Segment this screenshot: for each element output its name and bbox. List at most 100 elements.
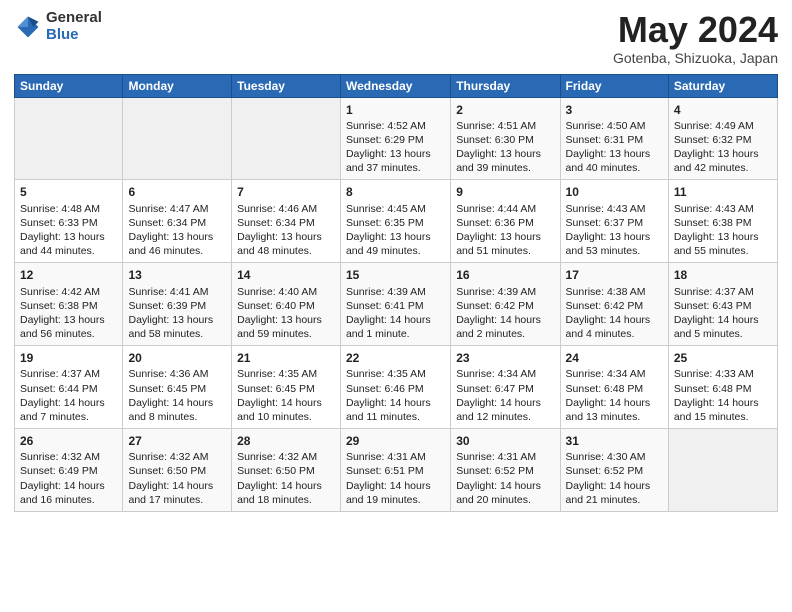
calendar-cell: 6Sunrise: 4:47 AMSunset: 6:34 PMDaylight… (123, 180, 232, 263)
day-number: 16 (456, 267, 554, 283)
cell-text: Daylight: 14 hours and 12 minutes. (456, 396, 554, 424)
calendar-cell: 30Sunrise: 4:31 AMSunset: 6:52 PMDayligh… (451, 429, 560, 512)
calendar-cell: 12Sunrise: 4:42 AMSunset: 6:38 PMDayligh… (15, 263, 123, 346)
cell-text: Sunset: 6:47 PM (456, 382, 554, 396)
cell-text: Sunset: 6:45 PM (237, 382, 335, 396)
cell-text: Daylight: 14 hours and 7 minutes. (20, 396, 117, 424)
day-number: 21 (237, 350, 335, 366)
cell-text: Daylight: 13 hours and 49 minutes. (346, 230, 445, 258)
week-row-5: 26Sunrise: 4:32 AMSunset: 6:49 PMDayligh… (15, 429, 778, 512)
title-block: May 2024 Gotenba, Shizuoka, Japan (613, 10, 778, 66)
day-number: 2 (456, 102, 554, 118)
calendar-cell (232, 97, 341, 180)
cell-text: Daylight: 14 hours and 11 minutes. (346, 396, 445, 424)
cell-text: Sunrise: 4:42 AM (20, 285, 117, 299)
calendar-cell: 13 Sunrise: 4:41 AMSunset: 6:39 PMDayligh… (123, 263, 232, 346)
week-row-4: 19Sunrise: 4:37 AMSunset: 6:44 PMDayligh… (15, 346, 778, 429)
cell-text: Sunset: 6:32 PM (674, 133, 772, 147)
calendar-cell: 18Sunrise: 4:37 AMSunset: 6:43 PMDayligh… (668, 263, 777, 346)
cell-text: Sunset: 6:45 PM (128, 382, 226, 396)
calendar-cell: 29Sunrise: 4:31 AMSunset: 6:51 PMDayligh… (340, 429, 450, 512)
cell-text: Daylight: 14 hours and 15 minutes. (674, 396, 772, 424)
calendar-cell: 19Sunrise: 4:37 AMSunset: 6:44 PMDayligh… (15, 346, 123, 429)
day-number: 13 (128, 267, 226, 283)
day-number: 22 (346, 350, 445, 366)
day-number: 29 (346, 433, 445, 449)
cell-text: Sunrise: 4:43 AM (566, 202, 663, 216)
calendar-cell: 24Sunrise: 4:34 AMSunset: 6:48 PMDayligh… (560, 346, 668, 429)
cell-text: Sunrise: 4:40 AM (237, 285, 335, 299)
calendar-cell: 3Sunrise: 4:50 AMSunset: 6:31 PMDaylight… (560, 97, 668, 180)
cell-text: Sunrise: 4:36 AM (128, 367, 226, 381)
cell-text: Sunset: 6:30 PM (456, 133, 554, 147)
cell-text: Daylight: 13 hours and 53 minutes. (566, 230, 663, 258)
day-number: 25 (674, 350, 772, 366)
cell-text: Sunrise: 4:33 AM (674, 367, 772, 381)
week-row-2: 5Sunrise: 4:48 AMSunset: 6:33 PMDaylight… (15, 180, 778, 263)
cell-text: Sunset: 6:50 PM (128, 464, 226, 478)
day-number: 11 (674, 184, 772, 200)
cell-text: Sunrise: 4:44 AM (456, 202, 554, 216)
header-row: SundayMondayTuesdayWednesdayThursdayFrid… (15, 74, 778, 97)
day-number: 17 (566, 267, 663, 283)
cell-text: Sunrise: 4:50 AM (566, 119, 663, 133)
day-number: 12 (20, 267, 117, 283)
logo: General Blue (14, 10, 102, 43)
cell-text: Daylight: 13 hours and 58 minutes. (128, 313, 226, 341)
cell-text: Daylight: 13 hours and 56 minutes. (20, 313, 117, 341)
cell-text: Sunrise: 4:32 AM (20, 450, 117, 464)
cell-text: Daylight: 13 hours and 59 minutes. (237, 313, 335, 341)
calendar-cell: 22Sunrise: 4:35 AMSunset: 6:46 PMDayligh… (340, 346, 450, 429)
cell-text: Daylight: 13 hours and 46 minutes. (128, 230, 226, 258)
day-number: 8 (346, 184, 445, 200)
cell-text: Daylight: 14 hours and 16 minutes. (20, 479, 117, 507)
header-cell-sunday: Sunday (15, 74, 123, 97)
cell-text: Daylight: 13 hours and 40 minutes. (566, 147, 663, 175)
day-number: 9 (456, 184, 554, 200)
day-number: 26 (20, 433, 117, 449)
calendar-cell: 7Sunrise: 4:46 AMSunset: 6:34 PMDaylight… (232, 180, 341, 263)
cell-text: Daylight: 13 hours and 42 minutes. (674, 147, 772, 175)
cell-text: Sunrise: 4:31 AM (346, 450, 445, 464)
week-row-1: 1Sunrise: 4:52 AMSunset: 6:29 PMDaylight… (15, 97, 778, 180)
cell-text: Sunrise: 4:38 AM (566, 285, 663, 299)
day-number: 18 (674, 267, 772, 283)
cell-text: Sunset: 6:34 PM (237, 216, 335, 230)
day-number: 23 (456, 350, 554, 366)
cell-text: Daylight: 14 hours and 4 minutes. (566, 313, 663, 341)
cell-text: Sunset: 6:43 PM (674, 299, 772, 313)
calendar-cell (668, 429, 777, 512)
calendar-cell: 17 Sunrise: 4:38 AMSunset: 6:42 PMDayligh… (560, 263, 668, 346)
cell-text: Sunrise: 4:41 AM (128, 285, 226, 299)
cell-text: Sunset: 6:49 PM (20, 464, 117, 478)
logo-icon (14, 13, 42, 41)
cell-text: Daylight: 13 hours and 55 minutes. (674, 230, 772, 258)
cell-text: Sunset: 6:50 PM (237, 464, 335, 478)
cell-text: Sunrise: 4:45 AM (346, 202, 445, 216)
cell-text: Sunset: 6:39 PM (128, 299, 226, 313)
page: General Blue May 2024 Gotenba, Shizuoka,… (0, 0, 792, 612)
calendar-cell: 2Sunrise: 4:51 AMSunset: 6:30 PMDaylight… (451, 97, 560, 180)
day-number: 5 (20, 184, 117, 200)
subtitle: Gotenba, Shizuoka, Japan (613, 50, 778, 66)
calendar-cell: 1Sunrise: 4:52 AMSunset: 6:29 PMDaylight… (340, 97, 450, 180)
cell-text: Sunset: 6:48 PM (566, 382, 663, 396)
day-number: 24 (566, 350, 663, 366)
cell-text: Daylight: 13 hours and 48 minutes. (237, 230, 335, 258)
day-number: 6 (128, 184, 226, 200)
cell-text: Daylight: 14 hours and 21 minutes. (566, 479, 663, 507)
calendar-cell: 31Sunrise: 4:30 AMSunset: 6:52 PMDayligh… (560, 429, 668, 512)
day-number: 28 (237, 433, 335, 449)
calendar-cell: 21Sunrise: 4:35 AMSunset: 6:45 PMDayligh… (232, 346, 341, 429)
cell-text: Sunset: 6:33 PM (20, 216, 117, 230)
header-cell-tuesday: Tuesday (232, 74, 341, 97)
cell-text: Sunrise: 4:34 AM (456, 367, 554, 381)
logo-text: General Blue (46, 10, 102, 43)
header-cell-monday: Monday (123, 74, 232, 97)
main-title: May 2024 (613, 10, 778, 50)
cell-text: Sunset: 6:42 PM (566, 299, 663, 313)
cell-text: Daylight: 13 hours and 39 minutes. (456, 147, 554, 175)
day-number: 15 (346, 267, 445, 283)
cell-text: Daylight: 14 hours and 13 minutes. (566, 396, 663, 424)
cell-text: Daylight: 14 hours and 1 minute. (346, 313, 445, 341)
